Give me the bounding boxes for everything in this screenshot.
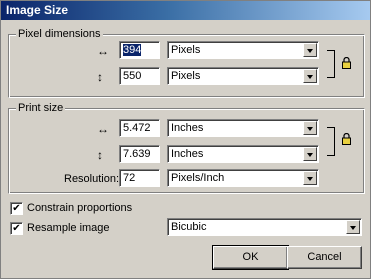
chevron-down-icon[interactable]	[303, 147, 317, 161]
title-bar[interactable]: Image Size	[1, 1, 370, 20]
chevron-down-icon[interactable]	[303, 43, 317, 57]
pixel-width-input[interactable]: 394	[119, 41, 160, 59]
cancel-button[interactable]: Cancel	[287, 246, 362, 269]
resample-image-label[interactable]: Resample image	[27, 222, 110, 234]
horizontal-arrow-icon: ↔	[97, 122, 109, 136]
pixel-link-bracket	[327, 50, 335, 78]
print-link-bracket	[327, 127, 335, 156]
print-height-input[interactable]: 7.639	[119, 145, 160, 163]
pixel-height-input[interactable]: 550	[119, 67, 160, 85]
print-width-unit-select[interactable]: Inches	[167, 119, 319, 137]
pixel-height-unit-value: Pixels	[171, 70, 201, 82]
vertical-arrow-icon: ↕	[97, 148, 103, 162]
resolution-input[interactable]: 72	[119, 169, 160, 187]
chevron-down-icon[interactable]	[303, 121, 317, 135]
chevron-down-icon[interactable]	[303, 69, 317, 83]
pixel-width-unit-select[interactable]: Pixels	[167, 41, 319, 59]
print-height-unit-value: Inches	[171, 148, 204, 160]
pixel-height-unit-select[interactable]: Pixels	[167, 67, 319, 85]
pixel-width-unit-value: Pixels	[171, 44, 201, 56]
print-width-input[interactable]: 5.472	[119, 119, 160, 137]
chevron-down-icon[interactable]	[346, 220, 360, 234]
print-height-unit-select[interactable]: Inches	[167, 145, 319, 163]
print-width-unit-value: Inches	[171, 122, 204, 134]
resample-method-select[interactable]: Bicubic	[167, 218, 362, 236]
ok-button[interactable]: OK	[212, 245, 289, 270]
resolution-unit-value: Pixels/Inch	[171, 172, 225, 184]
resolution-unit-select[interactable]: Pixels/Inch	[167, 169, 319, 187]
constrain-proportions-label[interactable]: Constrain proportions	[27, 202, 132, 214]
image-size-dialog: Image Size Pixel dimensions ↔ 394 Pixels…	[0, 0, 371, 279]
lock-icon[interactable]	[342, 133, 351, 145]
pixel-dimensions-legend: Pixel dimensions	[16, 28, 103, 40]
resolution-label: Resolution:	[64, 173, 120, 185]
horizontal-arrow-icon: ↔	[97, 44, 109, 58]
window-title: Image Size	[6, 3, 69, 17]
vertical-arrow-icon: ↕	[97, 70, 103, 84]
lock-icon[interactable]	[342, 57, 351, 69]
print-size-legend: Print size	[16, 102, 66, 114]
resample-method-value: Bicubic	[171, 221, 207, 233]
constrain-proportions-checkbox[interactable]: ✔	[10, 202, 23, 215]
chevron-down-icon[interactable]	[303, 171, 317, 185]
resample-image-checkbox[interactable]: ✔	[10, 222, 23, 235]
